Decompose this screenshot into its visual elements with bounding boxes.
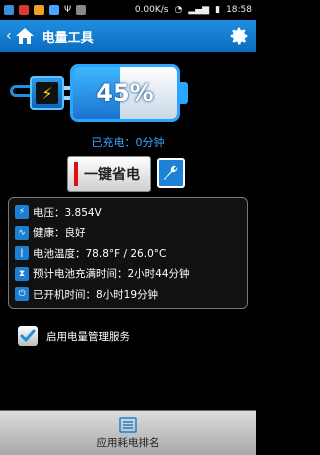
info-row-temperature: ǀ 电池温度：78.8°F / 26.0°C (15, 243, 241, 264)
checkmark-icon (20, 329, 36, 343)
action-row: 一键省电 (0, 156, 256, 192)
lightning-icon: ⚡ (15, 205, 29, 220)
battery-status-icon: ▮ (215, 5, 221, 15)
power-save-indicator (74, 162, 78, 186)
heartbeat-icon: ∿ (15, 225, 29, 240)
gear-icon[interactable] (228, 25, 250, 47)
full-time-text: 预计电池充满时间：2小时44分钟 (33, 268, 190, 281)
battery-tip (180, 82, 188, 104)
app-notification-icon (76, 5, 87, 15)
notification-icons: Ψ (4, 5, 87, 15)
power-save-button[interactable]: 一键省电 (67, 156, 151, 192)
signal-icon: ▂▄▆ (188, 5, 210, 15)
shield-icon (49, 5, 59, 15)
temperature-text: 电池温度：78.8°F / 26.0°C (33, 247, 167, 260)
info-row-health: ∿ 健康：良好 (15, 223, 241, 244)
wifi-icon: ◔ (174, 5, 183, 15)
app-notification-icon (34, 5, 44, 15)
list-icon (119, 416, 137, 433)
enable-service-checkbox[interactable] (18, 326, 38, 346)
info-row-uptime: ⏻ 已开机时间：8小时19分钟 (15, 284, 241, 305)
battery-graphic: ⚡ 45% (0, 58, 256, 130)
charged-duration: 已充电：0分钟 (91, 136, 165, 149)
lightning-icon: ⚡ (36, 82, 58, 104)
info-row-full-time: ⧗ 预计电池充满时间：2小时44分钟 (15, 264, 241, 285)
power-icon: ⏻ (15, 287, 29, 302)
app-ranking-button[interactable]: 应用耗电排名 (0, 410, 256, 455)
health-text: 健康：良好 (33, 227, 86, 240)
usb-icon: Ψ (64, 5, 72, 15)
charger-plug: ⚡ (30, 76, 64, 110)
enable-service-label: 启用电量管理服务 (46, 330, 130, 343)
charging-cable (10, 85, 32, 97)
page-title: 电量工具 (41, 30, 94, 46)
app-ranking-label: 应用耗电排名 (96, 436, 160, 449)
hourglass-icon: ⧗ (15, 266, 29, 281)
back-icon[interactable]: ‹ (6, 28, 12, 44)
status-bar: Ψ 0.00K/s ◔ ▂▄▆ ▮ 18:58 (0, 0, 256, 20)
battery-percent: 45% (96, 79, 154, 107)
tools-button[interactable] (157, 158, 185, 188)
clock: 18:58 (226, 5, 252, 15)
power-save-label: 一键省电 (84, 167, 140, 183)
app-notification-icon (19, 5, 29, 15)
thermometer-icon: ǀ (15, 246, 29, 261)
battery-info-panel: ⚡ 电压：3.854V ∿ 健康：良好 ǀ 电池温度：78.8°F / 26.0… (8, 197, 248, 309)
network-speed: 0.00K/s (134, 5, 169, 15)
home-icon[interactable] (14, 26, 36, 46)
app-notification-icon (4, 5, 14, 15)
enable-service-row[interactable]: 启用电量管理服务 (18, 326, 130, 346)
voltage-text: 电压：3.854V (33, 206, 102, 219)
uptime-text: 已开机时间：8小时19分钟 (33, 288, 159, 301)
title-bar: ‹ 电量工具 (0, 20, 256, 52)
info-row-voltage: ⚡ 电压：3.854V (15, 202, 241, 223)
wrench-icon (164, 165, 178, 180)
